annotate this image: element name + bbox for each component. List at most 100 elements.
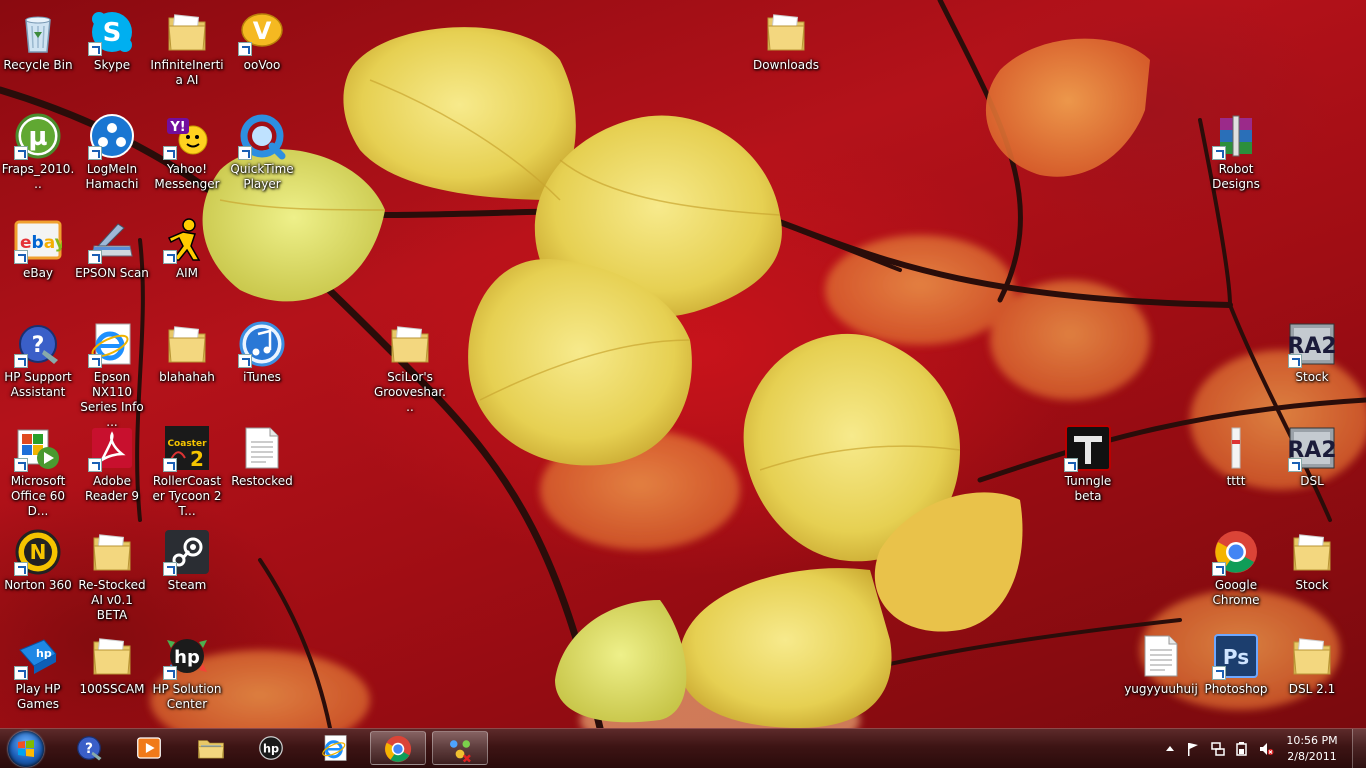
desktop-icon-play-hp-games[interactable]: hp Play HP Games xyxy=(0,628,76,712)
desktop-icon-quicktime-player[interactable]: QuickTime Player xyxy=(224,108,300,192)
desktop-icon-fraps-2010[interactable]: µ Fraps_2010... xyxy=(0,108,76,192)
desktop-icon-dsl[interactable]: RA2 DSL xyxy=(1274,420,1350,489)
shortcut-arrow-icon xyxy=(88,354,102,368)
desktop-icon-hp-solution-center[interactable]: hp HP Solution Center xyxy=(149,628,225,712)
ra2-icon: RA2 xyxy=(1288,424,1336,472)
oovoo-icon: V xyxy=(238,8,286,56)
desktop-icon-re-stocked-ai-v0-1-beta[interactable]: Re-Stocked AI v0.1 BETA xyxy=(74,524,150,623)
hamachi-icon xyxy=(88,112,136,160)
desktop-icon-label: Microsoft Office 60 D... xyxy=(10,474,66,518)
shortcut-arrow-icon xyxy=(88,146,102,160)
shortcut-arrow-icon xyxy=(14,250,28,264)
svg-text:N: N xyxy=(30,540,47,564)
desktop-icon-itunes[interactable]: iTunes xyxy=(224,316,300,385)
network-icon[interactable] xyxy=(1210,741,1226,757)
taskbar-button-hp[interactable]: hp xyxy=(244,731,300,765)
desktop-icon-label: EPSON Scan xyxy=(75,266,149,280)
desktop-icon-label: DSL xyxy=(1300,474,1324,488)
desktop-icon-blahahah[interactable]: blahahah xyxy=(149,316,225,385)
volume-muted-icon[interactable] xyxy=(1258,741,1274,757)
itunes-icon xyxy=(238,320,286,368)
desktop-icon-yugyyuuhuij[interactable]: yugyyuuhuij xyxy=(1123,628,1199,697)
desktop-icon-label: tttt xyxy=(1226,474,1246,488)
taskbar-button-internet-explorer[interactable] xyxy=(308,731,364,765)
desktop-icon-tunngle-beta[interactable]: Tunngle beta xyxy=(1050,420,1126,504)
desktop-icon-adobe-reader-9[interactable]: Adobe Reader 9 xyxy=(74,420,150,504)
windows-start-icon[interactable] xyxy=(8,731,44,767)
hp-solution-icon: hp xyxy=(163,632,211,680)
desktop-icon-label: Recycle Bin xyxy=(3,58,73,72)
desktop-icon-epson-scan[interactable]: EPSON Scan xyxy=(74,212,150,281)
desktop-icon-label: LogMeIn Hamachi xyxy=(85,162,139,191)
shortcut-arrow-icon xyxy=(163,666,177,680)
desktop-icon-norton-360[interactable]: N Norton 360 xyxy=(0,524,76,593)
desktop-icon-google-chrome[interactable]: Google Chrome xyxy=(1198,524,1274,608)
desktop-icon-recycle-bin[interactable]: Recycle Bin xyxy=(0,4,76,73)
taskbar-button-hp-support-assistant[interactable]: ? xyxy=(62,731,118,765)
shortcut-arrow-icon xyxy=(88,42,102,56)
desktop-icon-ebay[interactable]: ebay eBay xyxy=(0,212,76,281)
desktop-icon-label: Adobe Reader 9 xyxy=(85,474,139,503)
desktop-icon-label: ooVoo xyxy=(243,58,281,72)
desktop-icon-label: Yahoo! Messenger xyxy=(154,162,220,191)
action-center-flag-icon[interactable] xyxy=(1185,741,1201,757)
svg-text:?: ? xyxy=(85,741,93,757)
shortcut-arrow-icon xyxy=(14,354,28,368)
desktop-icon-label: Photoshop xyxy=(1204,682,1268,696)
steam-icon xyxy=(163,528,211,576)
taskbar: ? hp 10:56 PM 2/8/2011 xyxy=(0,728,1366,769)
winrar-icon xyxy=(1212,112,1260,160)
desktop-icon-logmein-hamachi[interactable]: LogMeIn Hamachi xyxy=(74,108,150,192)
desktop-icon-stock[interactable]: RA2 Stock xyxy=(1274,316,1350,385)
desktop-icon-skype[interactable]: S Skype xyxy=(74,4,150,73)
desktop-icon-stock[interactable]: Stock xyxy=(1274,524,1350,593)
internet-explorer-icon xyxy=(88,320,136,368)
desktop-icon-label: QuickTime Player xyxy=(230,162,294,191)
desktop-icon-scilor-s-grooveshar[interactable]: SciLor's Grooveshar... xyxy=(372,316,448,415)
ebay-icon: ebay xyxy=(14,216,62,264)
taskbar-button-hamachi[interactable] xyxy=(432,731,488,765)
shortcut-arrow-icon xyxy=(88,458,102,472)
windows-logo-icon xyxy=(18,740,34,757)
office-icon xyxy=(14,424,62,472)
desktop-icon-photoshop[interactable]: Ps Photoshop xyxy=(1198,628,1274,697)
desktop-icon-yahoo-messenger[interactable]: Y! Yahoo! Messenger xyxy=(149,108,225,192)
adobe-reader-icon xyxy=(88,424,136,472)
show-hidden-icons-icon[interactable] xyxy=(1162,741,1178,757)
desktop-icon-microsoft-office-60-d[interactable]: Microsoft Office 60 D... xyxy=(0,420,76,519)
shortcut-arrow-icon xyxy=(1064,458,1078,472)
folder-icon xyxy=(163,320,211,368)
utorrent-icon: µ xyxy=(14,112,62,160)
desktop-icon-label: Fraps_2010... xyxy=(1,162,75,191)
desktop-icon-100sscam[interactable]: 100SSCAM xyxy=(74,628,150,697)
desktop-icon-tttt[interactable]: tttt xyxy=(1198,420,1274,489)
power-icon[interactable] xyxy=(1234,741,1250,757)
desktop-icon-downloads[interactable]: Downloads xyxy=(748,4,824,73)
svg-text:Ps: Ps xyxy=(1223,645,1249,669)
desktop-icon-hp-support-assistant[interactable]: ? HP Support Assistant xyxy=(0,316,76,400)
desktop-icon-label: yugyyuuhuij xyxy=(1124,682,1198,696)
desktop-icon-label: AIM xyxy=(175,266,199,280)
desktop-icon-label: RollerCoaster Tycoon 2 T... xyxy=(152,474,222,518)
desktop-icon-steam[interactable]: Steam xyxy=(149,524,225,593)
desktop-icon-rollercoaster-tycoon-2-t[interactable]: Coaster 2 RollerCoaster Tycoon 2 T... xyxy=(149,420,225,519)
tunngle-icon xyxy=(1064,424,1112,472)
shortcut-arrow-icon xyxy=(1212,562,1226,576)
desktop-icon-restocked[interactable]: Restocked xyxy=(224,420,300,489)
desktop-icon-aim[interactable]: AIM xyxy=(149,212,225,281)
desktop-icon-dsl-2-1[interactable]: DSL 2.1 xyxy=(1274,628,1350,697)
desktop-icon-label: HP Support Assistant xyxy=(4,370,72,399)
folder-icon xyxy=(88,528,136,576)
norton-icon: N xyxy=(14,528,62,576)
taskbar-button-google-chrome[interactable] xyxy=(370,731,426,765)
folder-icon xyxy=(1288,632,1336,680)
system-clock[interactable]: 10:56 PM 2/8/2011 xyxy=(1280,733,1344,765)
show-desktop-button[interactable] xyxy=(1352,729,1366,769)
desktop-icon-epson-nx110-series-info[interactable]: Epson NX110 Series Info ... xyxy=(74,316,150,430)
taskbar-button-file-explorer[interactable] xyxy=(184,731,240,765)
desktop-icon-infiniteinertia-ai[interactable]: InfiniteInertia AI xyxy=(149,4,225,88)
desktop-icon-robot-designs[interactable]: Robot Designs xyxy=(1198,108,1274,192)
desktop-icon-oovoo[interactable]: VooVoo xyxy=(224,4,300,73)
hp-games-icon: hp xyxy=(14,632,62,680)
taskbar-button-media-player[interactable] xyxy=(122,731,178,765)
